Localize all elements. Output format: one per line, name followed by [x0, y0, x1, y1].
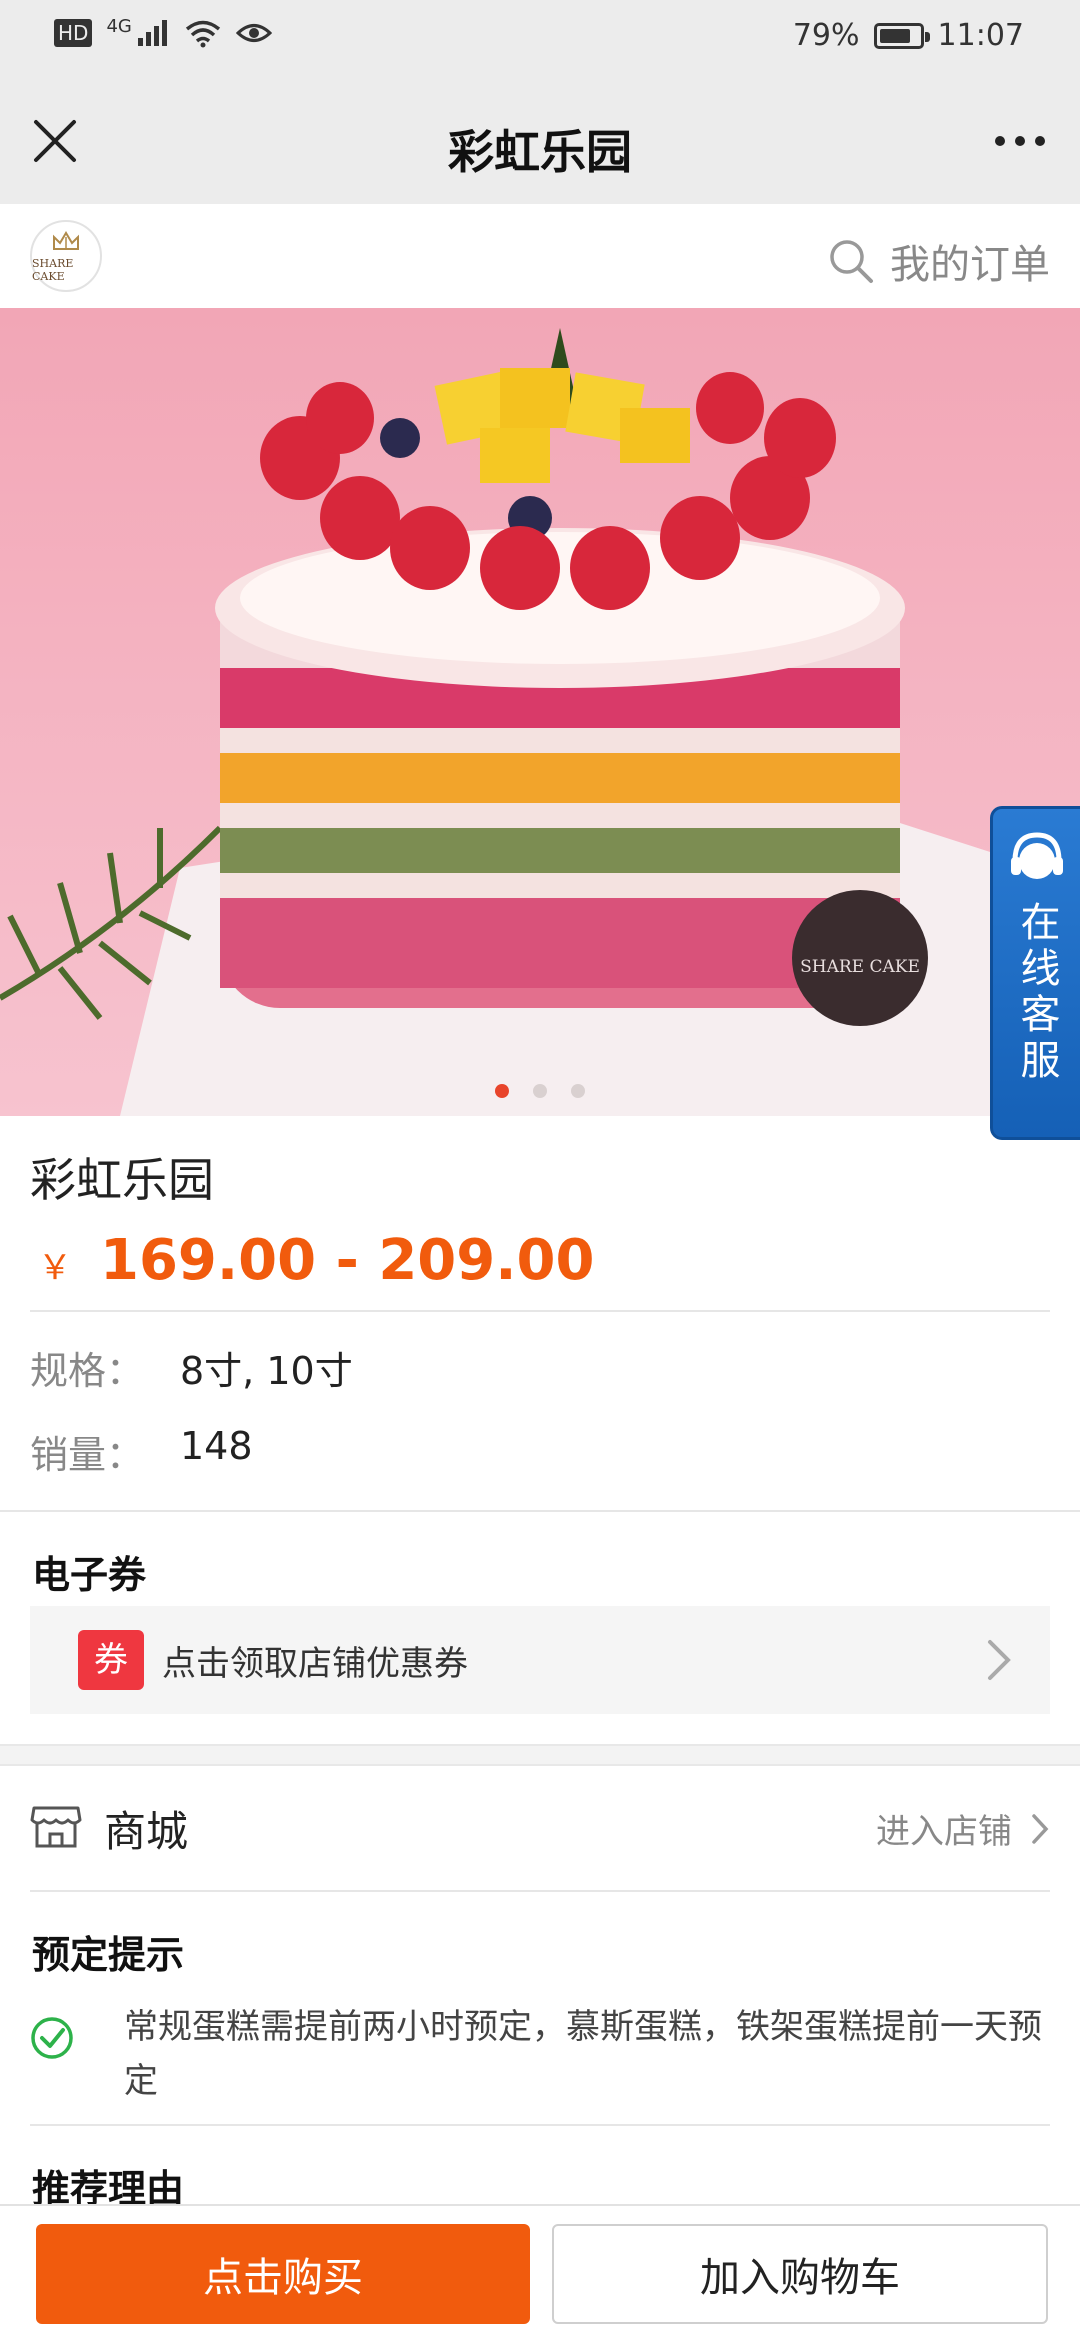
cake-badge-text: SHARE CAKE [800, 957, 920, 977]
shop-icon [30, 1806, 82, 1848]
signal-icon [137, 20, 167, 46]
wifi-icon [185, 20, 220, 48]
network-gen-label: 4G [106, 15, 132, 37]
sales-label: 销量： [30, 1433, 145, 1477]
crown-icon [53, 231, 79, 250]
divider [0, 1510, 1080, 1512]
clock: 11:07 [937, 18, 1024, 53]
store-logo-text: SHARE CAKE [32, 257, 74, 283]
currency-symbol: ￥ [38, 1248, 72, 1288]
customer-service-button[interactable]: 在线客服 [990, 806, 1080, 1140]
product-price: ￥ 169.00 - 209.00 [38, 1228, 594, 1293]
hd-badge: HD [54, 19, 93, 47]
page-title: 彩虹乐园 [448, 125, 632, 179]
eye-icon [235, 24, 272, 42]
headset-icon [1010, 832, 1063, 879]
enter-shop-link[interactable]: 进入店铺 [876, 1804, 1050, 1853]
product-image-carousel[interactable]: SHARE CAKE [0, 308, 1080, 1116]
spec-row: 规格： 8寸, 10寸 [30, 1340, 353, 1395]
enter-shop-label: 进入店铺 [876, 1812, 1012, 1852]
divider [30, 1890, 1050, 1892]
spec-value: 8寸, 10寸 [180, 1349, 353, 1393]
battery-icon [873, 22, 930, 49]
chevron-right-icon [988, 1640, 1011, 1680]
store-logo[interactable]: SHARE CAKE [30, 220, 102, 292]
mall-row[interactable]: 商城 进入店铺 [0, 1764, 1080, 1890]
coupon-text: 点击领取店铺优惠券 [162, 1644, 468, 1684]
price-range: 169.00 - 209.00 [100, 1228, 595, 1293]
more-icon[interactable] [990, 116, 1050, 166]
coupon-tag: 券 [78, 1630, 144, 1690]
coupon-section-title: 电子券 [32, 1553, 147, 1597]
store-bar: SHARE CAKE 我的订单 [0, 204, 1080, 308]
battery-percent: 79% [792, 18, 860, 53]
booking-tip-text: 常规蛋糕需提前两小时预定，慕斯蛋糕，铁架蛋糕提前一天预定 [124, 2007, 1042, 2101]
booking-tip-title: 预定提示 [32, 1933, 185, 1977]
check-circle-icon [31, 2017, 73, 2059]
buy-button[interactable]: 点击购买 [36, 2224, 530, 2324]
battery-fill [879, 28, 910, 43]
customer-service-label: 在线客服 [1013, 901, 1060, 1085]
cake-image: SHARE CAKE [0, 308, 1080, 1116]
add-to-cart-button[interactable]: 加入购物车 [552, 2224, 1048, 2324]
status-right: 79% 11:07 [793, 18, 1024, 53]
carousel-dot[interactable] [495, 1084, 509, 1098]
status-bar: HD 4G 79% 11:07 [0, 0, 1080, 76]
carousel-dot[interactable] [571, 1084, 585, 1098]
carousel-dot[interactable] [533, 1084, 547, 1098]
search-icon [830, 240, 873, 283]
my-orders-link[interactable]: 我的订单 [828, 232, 1050, 290]
section-gap [0, 1744, 1080, 1766]
sales-value: 148 [180, 1424, 253, 1468]
carousel-dots [0, 1084, 1080, 1098]
product-name: 彩虹乐园 [30, 1153, 214, 1207]
bottom-action-bar: 点击购买 加入购物车 [0, 2204, 1080, 2342]
sales-row: 销量： 148 [30, 1424, 253, 1479]
divider [30, 2124, 1050, 2126]
chevron-right-icon [1032, 1813, 1049, 1844]
spec-label: 规格： [30, 1349, 145, 1393]
coupon-claim-row[interactable]: 券 点击领取店铺优惠券 [30, 1606, 1050, 1714]
status-left: HD 4G [54, 15, 272, 48]
divider [30, 1310, 1050, 1312]
nav-bar: 彩虹乐园 [0, 76, 1080, 204]
my-orders-label: 我的订单 [890, 242, 1050, 288]
mall-label: 商城 [104, 1807, 189, 1856]
